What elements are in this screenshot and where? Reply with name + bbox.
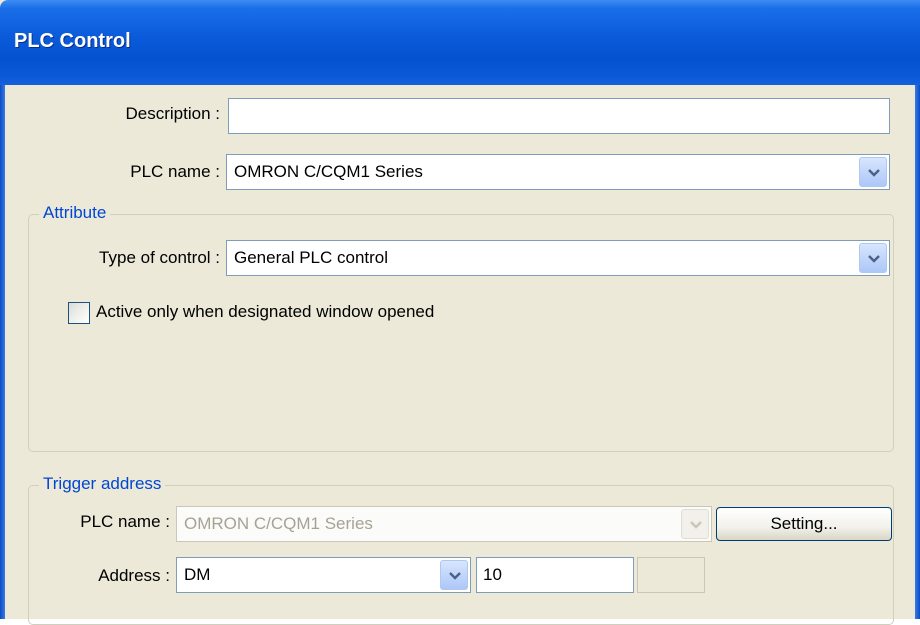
plc-name-label: PLC name : <box>130 162 220 181</box>
chevron-down-icon[interactable] <box>859 157 887 187</box>
trigger-plc-name-value: OMRON C/CQM1 Series <box>184 514 373 533</box>
trigger-plc-name-select[interactable]: OMRON C/CQM1 Series <box>176 506 712 542</box>
type-of-control-select[interactable]: General PLC control <box>226 240 890 276</box>
chevron-down-icon[interactable] <box>440 560 468 590</box>
chevron-down-icon[interactable] <box>681 509 709 539</box>
window-border-right <box>915 85 920 619</box>
address-extra-field <box>637 557 705 593</box>
plc-name-select[interactable]: OMRON C/CQM1 Series <box>226 154 890 190</box>
plc-name-value: OMRON C/CQM1 Series <box>234 162 423 181</box>
setting-button[interactable]: Setting... <box>716 507 892 541</box>
description-label: Description : <box>125 104 220 123</box>
chevron-down-icon[interactable] <box>859 243 887 273</box>
attribute-legend: Attribute <box>39 203 111 223</box>
window-title: PLC Control <box>14 30 131 52</box>
address-type-value: DM <box>184 565 211 584</box>
plc-control-dialog: PLC Control Description : PLC name : OMR… <box>0 0 920 625</box>
trigger-address-legend: Trigger address <box>39 474 166 494</box>
active-window-checkbox-label[interactable]: Active only when designated window opene… <box>96 302 434 322</box>
window-border-left <box>0 85 5 619</box>
address-label: Address : <box>98 566 170 585</box>
title-bar[interactable]: PLC Control <box>0 0 920 85</box>
address-type-select[interactable]: DM <box>176 557 471 593</box>
trigger-plc-name-label: PLC name : <box>80 512 170 531</box>
address-value-input[interactable]: 10 <box>476 557 634 593</box>
active-window-checkbox[interactable] <box>68 302 90 324</box>
type-of-control-value: General PLC control <box>234 248 389 267</box>
type-of-control-label: Type of control : <box>99 248 220 267</box>
description-input[interactable] <box>228 98 890 134</box>
